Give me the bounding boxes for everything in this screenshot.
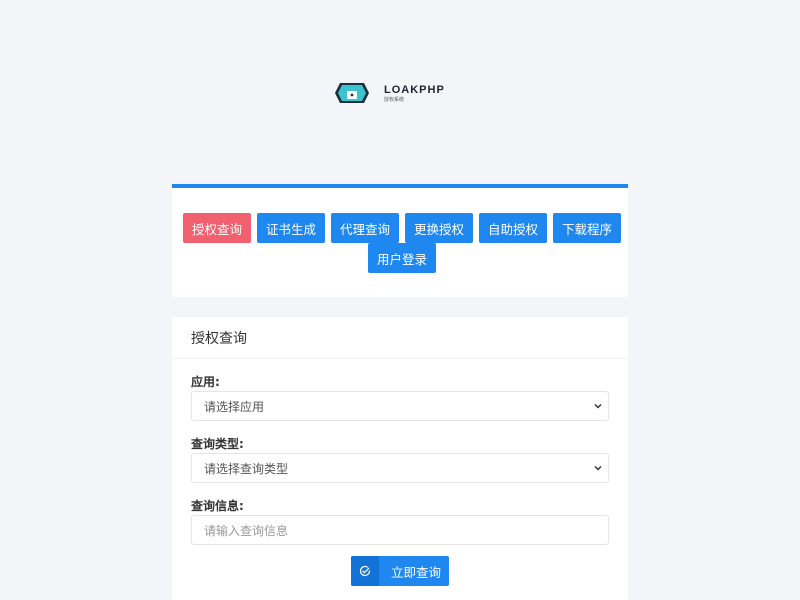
brand-text: LOAKPHP 授权系统 bbox=[384, 84, 445, 103]
app-label: 应用: bbox=[191, 375, 220, 389]
nav-button-user-login[interactable]: 用户登录 bbox=[368, 243, 436, 273]
info-input[interactable]: 请输入查询信息 bbox=[191, 515, 609, 545]
type-select[interactable]: 请选择查询类型 bbox=[191, 453, 609, 483]
nav-panel: 授权查询 证书生成 代理查询 更换授权 自助授权 下载程序 用户登录 bbox=[172, 184, 628, 297]
nav-button-self-license[interactable]: 自助授权 bbox=[479, 213, 547, 243]
nav-button-change-license[interactable]: 更换授权 bbox=[405, 213, 473, 243]
chevron-down-icon bbox=[594, 465, 602, 471]
submit-label: 立即查询 bbox=[391, 564, 442, 580]
nav-button-certificate-generate[interactable]: 证书生成 bbox=[257, 213, 325, 243]
chevron-down-icon bbox=[594, 403, 602, 409]
card-title: 授权查询 bbox=[172, 317, 628, 359]
type-select-value: 请选择查询类型 bbox=[204, 461, 289, 476]
submit-query-button[interactable]: 立即查询 bbox=[351, 556, 449, 586]
query-form-card: 授权查询 应用: 请选择应用 查询类型: 请选择查询类型 查询信息: 请输入查询… bbox=[172, 317, 628, 600]
app-select[interactable]: 请选择应用 bbox=[191, 391, 609, 421]
nav-button-agent-query[interactable]: 代理查询 bbox=[331, 213, 399, 243]
app-select-value: 请选择应用 bbox=[204, 399, 265, 414]
info-input-placeholder: 请输入查询信息 bbox=[204, 523, 289, 538]
nav-button-download[interactable]: 下载程序 bbox=[553, 213, 621, 243]
brand-title: LOAKPHP bbox=[384, 83, 445, 96]
shield-logo-icon bbox=[334, 82, 370, 104]
type-label: 查询类型: bbox=[191, 437, 244, 451]
brand-subtitle: 授权系统 bbox=[384, 96, 405, 103]
nav-button-license-query[interactable]: 授权查询 bbox=[183, 213, 251, 243]
brand-logo: LOAKPHP 授权系统 bbox=[334, 82, 445, 104]
info-label: 查询信息: bbox=[191, 499, 244, 513]
check-circle-icon bbox=[351, 556, 379, 586]
